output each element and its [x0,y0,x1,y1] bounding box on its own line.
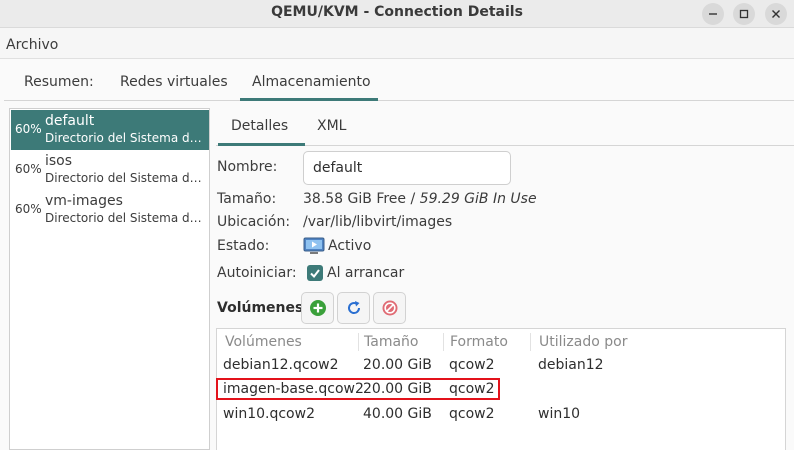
add-volume-button[interactable] [301,292,334,324]
pool-name: default [45,113,95,129]
column-header-volumes[interactable]: Volúmenes [225,334,302,350]
pool-name: isos [45,153,73,169]
active-subtab-indicator [218,143,305,146]
close-icon [772,10,780,18]
column-separator [530,333,531,351]
column-header-used-by[interactable]: Utilizado por [539,334,627,350]
volume-used-by: debian12 [538,357,604,373]
autostart-value[interactable]: Al arrancar [327,265,404,281]
volume-used-by: win10 [538,406,581,422]
table-row[interactable]: debian12.qcow2 20.00 GiB qcow2 debian12 [217,354,785,380]
pool-isos[interactable]: 60% isos Directorio del Sistema de Archi… [11,150,209,190]
minimize-button[interactable] [702,3,724,25]
volume-name: win10.qcow2 [223,406,315,422]
tab-redes-virtuales[interactable]: Redes virtuales [120,74,228,90]
close-button[interactable] [765,3,787,25]
pool-type: Directorio del Sistema de Archivos [45,131,207,145]
column-separator [358,333,359,351]
tab-detalles[interactable]: Detalles [231,118,288,134]
volume-size: 40.00 GiB [363,406,432,422]
pool-type: Directorio del Sistema de Archivos [45,171,207,185]
volume-size: 20.00 GiB [363,357,432,373]
pool-usage: 60% [15,122,42,136]
refresh-volumes-button[interactable] [337,292,370,324]
location-value: /var/lib/libvirt/images [303,214,453,230]
main-tabs: Resumen: Redes virtuales Almacenamiento [4,65,794,101]
refresh-icon [347,301,360,314]
menu-file[interactable]: Archivo [6,37,58,53]
volume-format: qcow2 [449,357,495,373]
pool-usage: 60% [15,202,42,216]
pool-name-field[interactable]: default [303,151,511,185]
pool-type: Directorio del Sistema de Archivos [45,211,207,225]
pool-default[interactable]: 60% default Directorio del Sistema de Ar… [11,110,209,150]
menu-bar: Archivo [0,28,794,59]
volume-name: imagen-base.qcow2 [223,381,364,397]
volume-size: 20.00 GiB [363,381,432,397]
detail-tabs: Detalles XML [216,108,794,146]
monitor-play-icon [303,237,325,254]
table-row[interactable]: imagen-base.qcow2 20.00 GiB qcow2 [217,378,785,404]
maximize-icon [739,9,749,19]
tab-resumen[interactable]: Resumen: [24,74,94,90]
title-bar: QEMU/KVM - Connection Details [0,0,794,28]
add-icon [309,300,326,316]
size-value: 38.58 GiB Free / 59.29 GiB In Use [303,191,537,207]
volumes-heading: Volúmenes [217,300,304,316]
active-tab-indicator [240,98,378,101]
size-in-use: 59.29 GiB In Use [419,191,537,207]
window-title: QEMU/KVM - Connection Details [271,4,523,20]
state-label: Estado: [217,238,270,254]
pool-usage: 60% [15,162,42,176]
name-label: Nombre: [217,159,278,175]
delete-icon [382,300,397,316]
volume-format: qcow2 [449,406,495,422]
tab-almacenamiento[interactable]: Almacenamiento [252,74,371,90]
pool-name: vm-images [45,193,123,209]
minimize-icon [709,13,717,15]
maximize-button[interactable] [733,3,755,25]
location-label: Ubicación: [217,214,291,230]
state-value: Activo [328,238,372,254]
pool-vm-images[interactable]: 60% vm-images Directorio del Sistema de … [11,190,209,230]
volume-format: qcow2 [449,381,495,397]
column-separator [443,333,444,351]
column-header-format[interactable]: Formato [450,334,508,350]
table-row[interactable]: win10.qcow2 40.00 GiB qcow2 win10 [217,403,785,429]
checkmark-icon [310,269,320,279]
delete-volume-button[interactable] [373,292,406,324]
storage-pool-list: 60% default Directorio del Sistema de Ar… [9,108,210,450]
size-free: 38.58 GiB Free / [303,191,416,207]
tab-xml[interactable]: XML [317,118,346,134]
volume-name: debian12.qcow2 [223,357,339,373]
size-label: Tamaño: [217,191,277,207]
volumes-table: Volúmenes Tamaño Formato Utilizado por d… [216,328,786,450]
autostart-label: Autoiniciar: [217,265,297,281]
column-header-size[interactable]: Tamaño [364,334,418,350]
autostart-checkbox[interactable] [307,265,323,281]
